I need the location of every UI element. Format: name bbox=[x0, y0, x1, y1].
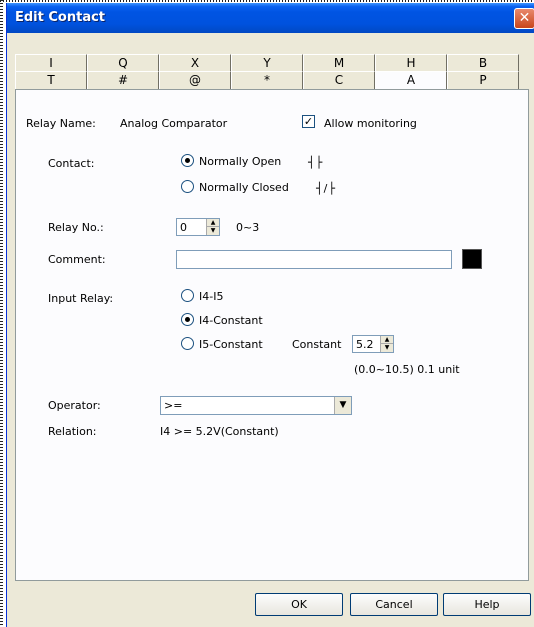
relation-label: Relation: bbox=[48, 425, 97, 438]
tab-star[interactable]: * bbox=[231, 71, 303, 89]
ok-button[interactable]: OK bbox=[255, 593, 343, 616]
input-relay-label: Input Relay: bbox=[48, 292, 114, 305]
i4-i5-label: I4-I5 bbox=[199, 290, 224, 303]
tab-x[interactable]: X bbox=[159, 54, 231, 72]
constant-spinner[interactable]: 5.2 ▲ ▼ bbox=[352, 335, 394, 353]
spin-down-icon[interactable]: ▼ bbox=[381, 344, 393, 352]
tab-panel-a: Relay Name: Analog Comparator ✓ Allow mo… bbox=[15, 89, 529, 581]
cancel-button[interactable]: Cancel bbox=[350, 593, 438, 616]
tab-c[interactable]: C bbox=[303, 71, 375, 89]
allow-monitoring-label: Allow monitoring bbox=[324, 117, 417, 130]
close-icon[interactable]: ✕ bbox=[514, 8, 534, 29]
spin-up-icon[interactable]: ▲ bbox=[207, 219, 219, 227]
tab-m[interactable]: M bbox=[303, 54, 375, 72]
normally-open-symbol-icon: ┤├ bbox=[308, 156, 324, 169]
relay-name-label: Relay Name: bbox=[26, 117, 96, 130]
dialog-client: I Q X Y M H B T # @ * C A P Relay Name: … bbox=[11, 33, 534, 627]
help-button[interactable]: Help bbox=[443, 593, 531, 616]
spin-down-icon[interactable]: ▼ bbox=[207, 227, 219, 235]
normally-closed-radio[interactable] bbox=[181, 180, 194, 193]
tab-h[interactable]: H bbox=[375, 54, 447, 72]
i5-constant-radio[interactable] bbox=[181, 337, 194, 350]
normally-closed-symbol-icon: ┤/├ bbox=[316, 182, 336, 195]
operator-select[interactable]: >= ▼ bbox=[160, 396, 352, 415]
i4-constant-radio[interactable] bbox=[181, 313, 194, 326]
window-title: Edit Contact bbox=[15, 10, 106, 25]
constant-spin-buttons[interactable]: ▲ ▼ bbox=[380, 336, 393, 352]
relay-no-label: Relay No.: bbox=[48, 221, 104, 234]
tab-at[interactable]: @ bbox=[159, 71, 231, 89]
comment-label: Comment: bbox=[48, 253, 106, 266]
tab-t[interactable]: T bbox=[15, 71, 87, 89]
constant-label: Constant bbox=[292, 338, 342, 351]
title-bar[interactable]: Edit Contact ✕ bbox=[7, 3, 534, 33]
operator-value: >= bbox=[164, 399, 183, 412]
tab-b[interactable]: B bbox=[447, 54, 519, 72]
constant-hint: (0.0~10.5) 0.1 unit bbox=[354, 363, 460, 376]
i4-constant-label: I4-Constant bbox=[199, 314, 263, 327]
i4-i5-radio[interactable] bbox=[181, 289, 194, 302]
i5-constant-label: I5-Constant bbox=[199, 338, 263, 351]
contact-label: Contact: bbox=[48, 157, 95, 170]
allow-monitoring-checkbox[interactable]: ✓ bbox=[302, 115, 315, 128]
tab-i[interactable]: I bbox=[15, 54, 87, 72]
tab-y[interactable]: Y bbox=[231, 54, 303, 72]
comment-input[interactable] bbox=[176, 250, 452, 269]
relation-value: I4 >= 5.2V(Constant) bbox=[160, 425, 279, 438]
relay-no-spin-buttons[interactable]: ▲ ▼ bbox=[206, 219, 219, 235]
constant-value: 5.2 bbox=[356, 338, 374, 351]
tab-strip: I Q X Y M H B T # @ * C A P bbox=[15, 54, 523, 91]
operator-label: Operator: bbox=[48, 399, 101, 412]
desktop-dotted-left bbox=[0, 0, 3, 627]
tab-hash[interactable]: # bbox=[87, 71, 159, 89]
tab-q[interactable]: Q bbox=[87, 54, 159, 72]
tab-a[interactable]: A bbox=[375, 71, 447, 91]
chevron-down-icon[interactable]: ▼ bbox=[334, 397, 351, 414]
normally-open-radio[interactable] bbox=[181, 154, 194, 167]
relay-no-range: 0~3 bbox=[236, 221, 260, 234]
relay-no-value: 0 bbox=[180, 221, 187, 234]
normally-closed-label: Normally Closed bbox=[199, 181, 289, 194]
comment-color-picker[interactable] bbox=[462, 249, 482, 269]
edit-contact-dialog: Edit Contact ✕ I Q X Y M H B T # @ * C A… bbox=[6, 3, 534, 627]
normally-open-label: Normally Open bbox=[199, 155, 282, 168]
spin-up-icon[interactable]: ▲ bbox=[381, 336, 393, 344]
tab-p[interactable]: P bbox=[447, 71, 519, 89]
relay-no-spinner[interactable]: 0 ▲ ▼ bbox=[176, 218, 220, 236]
desktop-dotted-top bbox=[0, 0, 534, 2]
relay-name-value: Analog Comparator bbox=[120, 117, 228, 130]
